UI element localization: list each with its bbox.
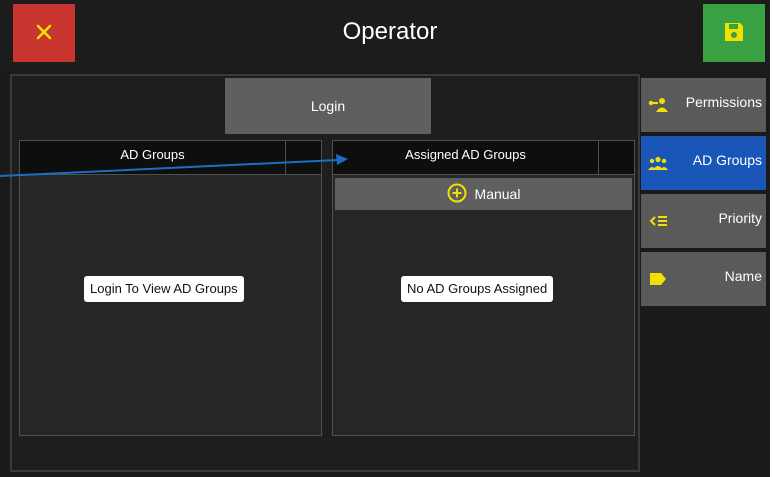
assigned-ad-groups-header: Assigned AD Groups [333,141,634,175]
sidebar-item-label: Permissions [685,94,762,110]
app-screen: Operator Login AD Groups Login To View A… [0,0,770,477]
main-panel: Login AD Groups Login To View AD Groups … [10,74,640,472]
header-extra-column [285,141,322,174]
groups-icon [647,153,669,173]
assigned-ad-groups-panel: Assigned AD Groups Manual No AD Groups A… [332,140,635,436]
sidebar-item-priority[interactable]: Priority [641,194,766,248]
assigned-empty-message: No AD Groups Assigned [401,276,554,302]
ad-groups-empty-message: Login To View AD Groups [84,276,244,302]
sidebar-item-ad-groups[interactable]: AD Groups [641,136,766,190]
save-icon [723,21,745,46]
close-icon [35,23,53,44]
manual-add-button[interactable]: Manual [335,178,632,210]
sidebar-item-name[interactable]: Name [641,252,766,306]
login-button[interactable]: Login [225,78,431,134]
page-title: Operator [342,18,438,45]
ad-groups-panel: AD Groups Login To View AD Groups [19,140,322,436]
close-button[interactable] [13,4,75,62]
sidebar-item-label: Priority [718,210,762,226]
sidebar-item-label: AD Groups [692,152,762,168]
permissions-icon [647,95,669,115]
header-extra-column [598,141,635,174]
assigned-ad-groups-header-label: Assigned AD Groups [405,147,526,162]
priority-icon [647,211,669,231]
save-button[interactable] [703,4,765,62]
ad-groups-header: AD Groups [20,141,321,175]
ad-groups-header-label: AD Groups [120,147,185,162]
sidebar-item-permissions[interactable]: Permissions [641,78,766,132]
title-bar: Operator [0,0,770,70]
sidebar-item-label: Name [724,268,762,284]
add-circle-icon [447,183,467,206]
tag-icon [647,269,669,289]
manual-label: Manual [474,186,521,202]
